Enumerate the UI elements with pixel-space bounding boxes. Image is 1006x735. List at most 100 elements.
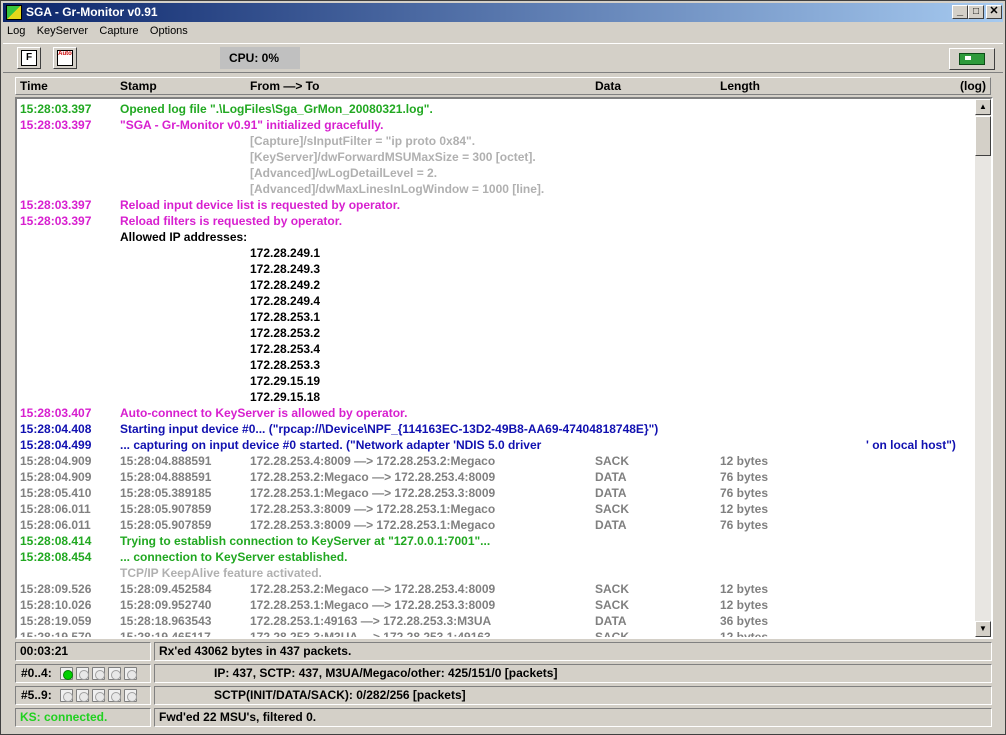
log-row[interactable]: 172.28.249.3 [19,261,974,277]
log-stamp: 15:28:04.888591 [120,454,212,468]
log-stamp: Opened log file ".\LogFiles\Sga_GrMon_20… [120,102,433,116]
log-from-to: 172.28.249.3 [250,262,321,276]
log-length: 12 bytes [720,502,769,516]
log-row[interactable]: [Advanced]/wLogDetailLevel = 2. [19,165,974,181]
log-from-to: 172.28.253.1:Megaco —> 172.28.253.3:8009 [250,486,496,500]
log-row[interactable]: 15:28:04.909 15:28:04.888591 172.28.253.4:… [19,453,974,469]
log-row[interactable]: 15:28:04.499 ... capturing on input devic… [19,437,974,453]
close-button[interactable]: ✕ [986,5,1002,19]
log-time: 15:28:19.570 [20,630,92,637]
device-5-led-icon[interactable] [60,689,73,702]
log-row[interactable]: 15:28:03.397 Reload filters is requested … [19,213,974,229]
log-row[interactable]: Allowed IP addresses: [19,229,974,245]
log-from-to: [Capture]/sInputFilter = "ip proto 0x84"… [250,134,476,148]
log-row[interactable]: 15:28:19.059 15:28:18.963543 172.28.253.1:… [19,613,974,629]
device-6-led-icon[interactable] [76,689,89,702]
log-stamp: 15:28:05.907859 [120,502,212,516]
app-window: SGA - Gr-Monitor v0.91 _ □ ✕ Log KeyServ… [0,0,1006,735]
device-7-led-icon[interactable] [92,689,105,702]
minimize-button[interactable]: _ [952,5,968,19]
log-row[interactable]: 172.28.253.3 [19,357,974,373]
menu-log[interactable]: Log [3,23,29,39]
scroll-thumb[interactable] [975,116,991,156]
log-row[interactable]: 15:28:09.526 15:28:09.452584 172.28.253.2:… [19,581,974,597]
app-icon [6,5,22,20]
log-time: 15:28:03.397 [20,198,92,212]
header-length[interactable]: Length [720,79,760,93]
log-row[interactable]: TCP/IP KeepAlive feature activated. [19,565,974,581]
vertical-scrollbar[interactable]: ▲ ▼ [975,99,991,637]
log-row[interactable]: 172.28.249.2 [19,277,974,293]
scroll-down-icon[interactable]: ▼ [975,621,991,637]
log-time: 15:28:03.397 [20,118,92,132]
log-time: 15:28:04.499 [20,438,92,452]
log-from-to: 172.28.249.2 [250,278,321,292]
log-row[interactable]: 172.28.249.4 [19,293,974,309]
log-stamp: Starting input device #0... ("rpcap://\D… [120,422,659,436]
header-from-to[interactable]: From —> To [250,79,319,93]
scroll-up-icon[interactable]: ▲ [975,99,991,115]
maximize-button[interactable]: □ [968,5,984,19]
header-stamp[interactable]: Stamp [120,79,157,93]
log-row[interactable]: 172.28.253.1 [19,309,974,325]
log-row[interactable]: [Capture]/sInputFilter = "ip proto 0x84"… [19,133,974,149]
header-data[interactable]: Data [595,79,621,93]
log-length: 12 bytes [720,454,769,468]
log-length: 76 bytes [720,470,769,484]
log-view[interactable]: 15:28:03.397 Opened log file ".\LogFiles\… [15,97,993,639]
device-3-led-icon[interactable] [108,667,121,680]
log-row[interactable]: 15:28:06.011 15:28:05.907859 172.28.253.3:… [19,501,974,517]
log-from-to: 172.28.253.3:M3UA —> 172.28.253.1:49163 [250,630,491,637]
log-row[interactable]: 172.29.15.18 [19,389,974,405]
log-length: 12 bytes [720,598,769,612]
log-row[interactable]: [Advanced]/dwMaxLinesInLogWindow = 1000 … [19,181,974,197]
log-stamp: ... capturing on input device #0 started… [120,438,542,452]
keyserver-status: KS: connected. [15,708,151,727]
filter-button[interactable]: F [17,47,41,69]
keyserver-button[interactable] [949,48,995,70]
log-row[interactable]: 15:28:10.026 15:28:09.952740 172.28.253.1:… [19,597,974,613]
log-row[interactable]: 15:28:04.909 15:28:04.888591 172.28.253.2:… [19,469,974,485]
device-4-led-icon[interactable] [124,667,137,680]
log-row[interactable]: [KeyServer]/dwForwardMSUMaxSize = 300 [o… [19,149,974,165]
log-row[interactable]: 172.29.15.19 [19,373,974,389]
log-row[interactable]: 15:28:03.397 Reload input device list is … [19,197,974,213]
log-time: 15:28:10.026 [20,598,92,612]
auto-button[interactable]: Auto [53,47,77,69]
header-log[interactable]: (log) [960,79,986,93]
cpu-indicator: CPU: 0% [220,47,300,69]
log-row[interactable]: 15:28:08.414 Trying to establish connecti… [19,533,974,549]
device-0-led-icon[interactable] [60,667,73,680]
device-2-led-icon[interactable] [92,667,105,680]
menu-capture[interactable]: Capture [95,23,142,39]
title-bar[interactable]: SGA - Gr-Monitor v0.91 _ □ ✕ [3,3,1003,22]
menu-options[interactable]: Options [146,23,192,39]
log-row[interactable]: 172.28.253.4 [19,341,974,357]
log-stamp: Reload filters is requested by operator. [120,214,343,228]
log-stamp: Auto-connect to KeyServer is allowed by … [120,406,408,420]
log-stamp: 15:28:04.888591 [120,470,212,484]
log-length: 76 bytes [720,518,769,532]
log-row[interactable]: 172.28.249.1 [19,245,974,261]
log-row[interactable]: 15:28:04.408 Starting input device #0... … [19,421,974,437]
header-time[interactable]: Time [20,79,48,93]
log-row[interactable]: 15:28:03.397 "SGA - Gr-Monitor v0.91" ini… [19,117,974,133]
menu-keyserver[interactable]: KeyServer [33,23,92,39]
log-row[interactable]: 15:28:03.397 Opened log file ".\LogFiles\… [19,101,974,117]
log-data: DATA [595,518,627,532]
log-stamp: 15:28:18.963543 [120,614,212,628]
device-9-led-icon[interactable] [124,689,137,702]
log-row[interactable]: 15:28:19.570 15:28:19.465117 172.28.253.3:… [19,629,974,637]
log-row[interactable]: 15:28:08.454 ... connection to KeyServer … [19,549,974,565]
log-time: 15:28:03.397 [20,102,92,116]
log-row[interactable]: 15:28:03.407 Auto-connect to KeyServer is… [19,405,974,421]
log-from-to: [Advanced]/dwMaxLinesInLogWindow = 1000 … [250,182,545,196]
device-1-led-icon[interactable] [76,667,89,680]
device-8-led-icon[interactable] [108,689,121,702]
log-row[interactable]: 172.28.253.2 [19,325,974,341]
log-row[interactable]: 15:28:06.011 15:28:05.907859 172.28.253.3:… [19,517,974,533]
log-length: 76 bytes [720,486,769,500]
log-time: 15:28:04.909 [20,454,92,468]
log-row[interactable]: 15:28:05.410 15:28:05.389185 172.28.253.1:… [19,485,974,501]
log-stamp: 15:28:19.465117 [120,630,211,637]
